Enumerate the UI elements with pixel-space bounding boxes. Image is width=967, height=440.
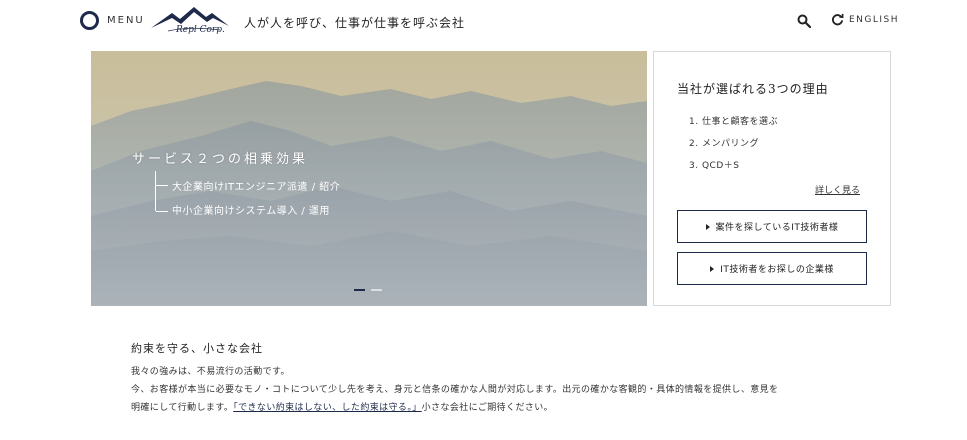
- hero-service-1: 大企業向けITエンジニア派遣 / 紹介: [172, 182, 341, 193]
- intro-line-3-pre: 明確にして行動します。: [131, 403, 234, 413]
- reasons-title: 当社が選ばれる3つの理由: [677, 82, 829, 96]
- section-title: 約束を守る、小さな会社: [131, 342, 263, 355]
- circle-menu-icon: [80, 11, 99, 30]
- refresh-icon: [831, 13, 844, 26]
- menu-label: MENU: [107, 15, 145, 26]
- intro-line-2: 今、お客様が本当に必要なモノ・コトについて少し先を考え、身元と信条の確かな人間が…: [131, 385, 779, 395]
- company-logo[interactable]: Repl Corp.: [150, 4, 230, 40]
- reason-item-1: 1. 仕事と顧客を選ぶ: [689, 117, 778, 127]
- hero-title: サービス２つの相乗効果: [132, 152, 309, 167]
- slider-dot-2[interactable]: [371, 289, 382, 291]
- logo-text: Repl Corp.: [176, 25, 225, 35]
- intro-line-1: 我々の強みは、不易流行の活動です。: [131, 367, 290, 377]
- search-icon[interactable]: [797, 14, 811, 28]
- triangle-right-icon: [705, 223, 710, 230]
- tagline: 人が人を呼び、仕事が仕事を呼ぶ会社: [244, 16, 466, 30]
- reason-item-2: 2. メンパリング: [689, 139, 759, 149]
- promise-quote-link[interactable]: 「できない約束はしない、した約束は守る。」: [233, 403, 421, 413]
- site-header: MENU Repl Corp. 人が人を呼び、仕事が仕事を呼ぶ会社 ENGLIS…: [0, 0, 967, 46]
- slider-indicators: [354, 289, 382, 291]
- intro-line-3-post: 小さな会社にご期待ください。: [421, 403, 554, 413]
- engineer-jobs-button[interactable]: 案件を探しているIT技術者様: [677, 210, 867, 243]
- company-search-button[interactable]: IT技術者をお探しの企業様: [677, 252, 867, 285]
- reasons-panel: 当社が選ばれる3つの理由 1. 仕事と顧客を選ぶ 2. メンパリング 3. QC…: [653, 51, 891, 306]
- language-label: ENGLISH: [849, 14, 900, 25]
- tree-connector: [155, 171, 168, 212]
- learn-more-link[interactable]: 詳しく見る: [815, 183, 860, 196]
- reason-item-3: 3. QCD＋S: [689, 161, 740, 171]
- language-switch[interactable]: ENGLISH: [831, 13, 899, 26]
- hero-service-2: 中小企業向けシステム導入 / 運用: [172, 206, 330, 217]
- engineer-jobs-label: 案件を探しているIT技術者様: [715, 223, 839, 233]
- triangle-right-icon: [710, 265, 715, 272]
- hero-slider[interactable]: サービス２つの相乗効果 大企業向けITエンジニア派遣 / 紹介 中小企業向けシス…: [91, 51, 647, 306]
- reasons-list: 1. 仕事と顧客を選ぶ 2. メンパリング 3. QCD＋S: [689, 111, 778, 177]
- intro-line-3: 明確にして行動します。「できない約束はしない、した約束は守る。」小さな会社にご期…: [131, 400, 553, 413]
- slider-dot-1[interactable]: [354, 289, 365, 291]
- menu-button[interactable]: MENU: [80, 11, 145, 30]
- company-search-label: IT技術者をお探しの企業様: [720, 265, 834, 275]
